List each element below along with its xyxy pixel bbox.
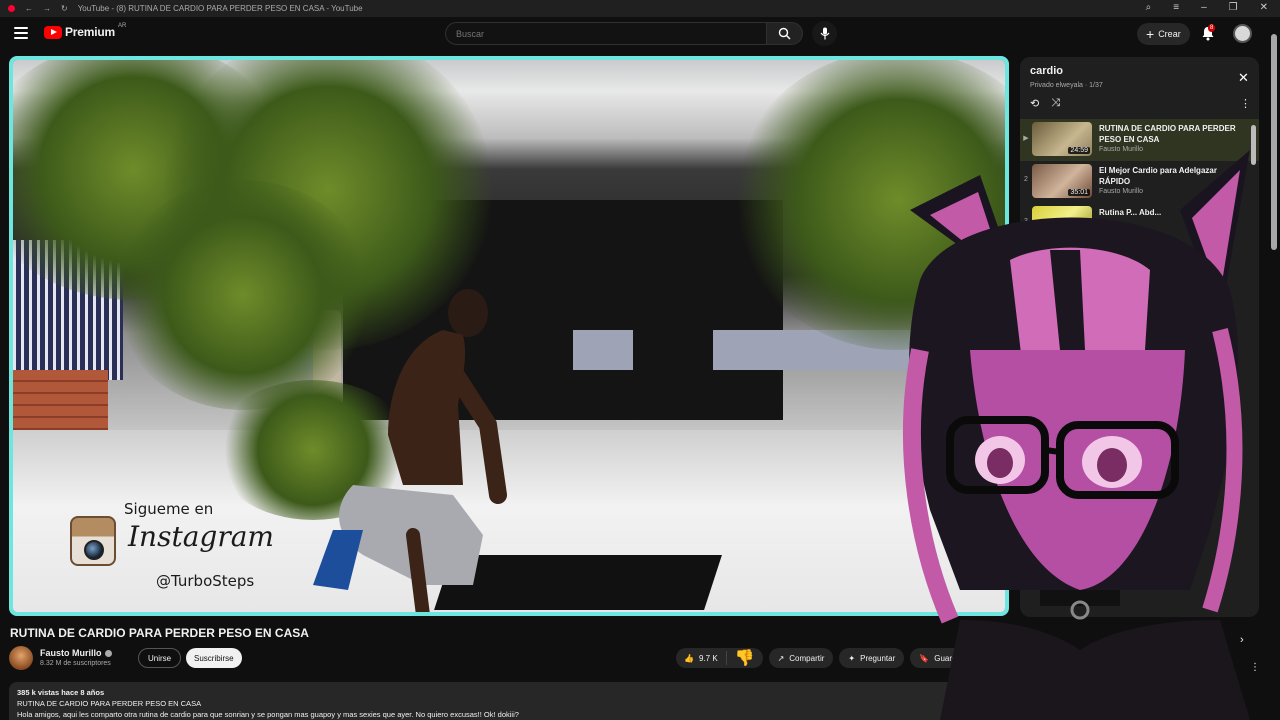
duration-badge: 35:01 bbox=[1068, 189, 1090, 196]
playlist-title[interactable]: cardio bbox=[1030, 65, 1063, 77]
loop-icon[interactable]: ⟲ bbox=[1030, 97, 1039, 110]
chevron-right-icon[interactable]: › bbox=[1240, 634, 1244, 646]
thumbs-up-icon: 👍 bbox=[684, 653, 694, 663]
hamburger-menu-icon[interactable] bbox=[14, 27, 28, 39]
duration-badge: 24:59 bbox=[1068, 147, 1090, 154]
duration-badge: 21:24 bbox=[1068, 231, 1090, 238]
zoom-icon[interactable]: ⌕ bbox=[1146, 2, 1152, 13]
ask-button[interactable]: ✦ Preguntar bbox=[839, 648, 905, 668]
video-frame: Sigueme en Instagram @TurboSteps bbox=[13, 60, 1005, 612]
video-title: RUTINA DE CARDIO PARA PERDER PESO EN CAS… bbox=[10, 626, 309, 640]
forward-icon[interactable]: → bbox=[43, 4, 51, 13]
verified-badge-icon bbox=[104, 649, 112, 657]
youtube-header: Premium AR + Crear 8 bbox=[0, 17, 1280, 52]
save-label: Guardar bbox=[934, 653, 964, 663]
instagram-camera-icon bbox=[70, 516, 116, 566]
search-input[interactable] bbox=[446, 23, 766, 44]
close-playlist-icon[interactable]: ✕ bbox=[1238, 70, 1249, 86]
instagram-overlay: Sigueme en Instagram @TurboSteps bbox=[68, 500, 298, 600]
thumbs-down-icon: 👎 bbox=[734, 650, 755, 667]
playlist-thumbnail: 35:01 bbox=[1032, 164, 1092, 198]
microphone-icon bbox=[820, 27, 829, 40]
share-icon: ↗ bbox=[777, 653, 785, 663]
playlist-item-channel: Fausto Murillo bbox=[1099, 146, 1143, 153]
reload-icon[interactable]: ↻ bbox=[61, 4, 68, 13]
shuffle-icon[interactable]: ⤨ bbox=[1051, 97, 1060, 110]
subscriber-count: 8.32 M de suscriptores bbox=[40, 660, 111, 667]
search-icon bbox=[778, 27, 791, 40]
playlist-item-title: Rutina P... Abd... bbox=[1099, 208, 1162, 217]
voice-search-button[interactable] bbox=[812, 21, 837, 46]
like-dislike-group: 👍 9.7 K 👎 bbox=[676, 648, 763, 668]
playlist-item-title: El Mejor Cardio para Adelgazar RÁPIDO bbox=[1099, 166, 1217, 186]
like-count: 9.7 K bbox=[698, 653, 718, 663]
playlist-panel: cardio ✕ Privado elweyala · 1/37 ⟲ ⤨ ⋮ ▶… bbox=[1020, 57, 1259, 617]
view-count-date: 385 k vistas hace 8 años bbox=[17, 688, 105, 697]
subscribe-button[interactable]: Suscribirse bbox=[186, 648, 242, 668]
bookmark-icon: 🔖 bbox=[919, 653, 930, 663]
playlist-item-channel: Fausto Murillo bbox=[1099, 188, 1143, 195]
logo-text: Premium bbox=[65, 25, 115, 39]
plus-icon: + bbox=[1146, 26, 1155, 42]
description-line1: RUTINA DE CARDIO PARA PERDER PESO EN CAS… bbox=[17, 699, 202, 708]
create-label: Crear bbox=[1158, 29, 1181, 39]
video-actions: 👍 9.7 K 👎 ↗ Compartir ✦ Preguntar 🔖 Guar… bbox=[676, 648, 973, 668]
menu-icon[interactable]: ≡ bbox=[1173, 2, 1179, 13]
page-scrollbar[interactable] bbox=[1271, 34, 1277, 720]
video-player[interactable]: Sigueme en Instagram @TurboSteps bbox=[9, 56, 1009, 616]
logo-country: AR bbox=[117, 23, 127, 29]
playlist-controls: ⟲ ⤨ bbox=[1030, 97, 1060, 110]
join-button[interactable]: Unirse bbox=[138, 648, 182, 668]
sparkle-icon: ✦ bbox=[848, 653, 856, 663]
overlay-line1: Sigueme en bbox=[124, 500, 214, 518]
playlist-scrollbar[interactable] bbox=[1251, 120, 1256, 618]
more-options-icon[interactable]: ⋮ bbox=[1240, 97, 1251, 110]
like-button[interactable]: 👍 9.7 K bbox=[676, 651, 727, 665]
overlay-line3: @TurboSteps bbox=[156, 572, 255, 590]
dislike-button[interactable]: 👎 bbox=[727, 648, 763, 668]
playlist-item[interactable]: 3 21:24 Rutina P... Abd... bbox=[1020, 203, 1259, 245]
share-label: Compartir bbox=[789, 653, 825, 663]
channel-name-row[interactable]: Fausto Murillo bbox=[40, 648, 112, 658]
browser-nav: ← → ↻ bbox=[0, 4, 68, 13]
user-avatar[interactable] bbox=[1233, 24, 1252, 43]
back-icon[interactable]: ← bbox=[25, 4, 33, 13]
scene-bench bbox=[573, 330, 633, 370]
description-line2: Hola amigos, aqui les comparto otra ruti… bbox=[17, 710, 519, 719]
youtube-play-icon bbox=[44, 25, 62, 39]
playlist-thumbnail: 24:59 bbox=[1032, 122, 1092, 156]
playlist-item-index: 2 bbox=[1024, 176, 1028, 183]
more-vertical-icon[interactable]: ⋮ bbox=[1250, 662, 1260, 673]
channel-name[interactable]: Fausto Murillo bbox=[40, 648, 102, 658]
youtube-premium-logo[interactable]: Premium AR bbox=[44, 23, 127, 39]
playlist-item-title: RUTINA DE CARDIO PARA PERDER PESO EN CAS… bbox=[1099, 124, 1236, 144]
playlist-thumbnail: 21:24 bbox=[1032, 206, 1092, 240]
playlist-items: ▶ 24:59 RUTINA DE CARDIO PARA PERDER PES… bbox=[1020, 119, 1259, 245]
create-button[interactable]: + Crear bbox=[1137, 23, 1190, 45]
playlist-item[interactable]: ▶ 24:59 RUTINA DE CARDIO PARA PERDER PES… bbox=[1020, 119, 1259, 161]
playlist-item-index: ▶ bbox=[1023, 135, 1029, 142]
restore-icon[interactable]: ❐ bbox=[1229, 2, 1238, 13]
minimize-icon[interactable]: – bbox=[1201, 2, 1207, 13]
playlist-item[interactable]: 2 35:01 El Mejor Cardio para Adelgazar R… bbox=[1020, 161, 1259, 203]
ask-label: Preguntar bbox=[860, 653, 896, 663]
window-controls: ⌕ ≡ – ❐ ✕ bbox=[1146, 2, 1268, 13]
playlist-item-index: 3 bbox=[1024, 218, 1028, 225]
browser-tab-title: YouTube - (8) RUTINA DE CARDIO PARA PERD… bbox=[77, 4, 363, 13]
playlist-subtitle: Privado elweyala · 1/37 bbox=[1030, 82, 1103, 89]
close-window-icon[interactable]: ✕ bbox=[1260, 2, 1268, 13]
athlete-figure bbox=[313, 289, 507, 612]
save-button[interactable]: 🔖 Guardar bbox=[910, 648, 973, 668]
description-box[interactable]: 385 k vistas hace 8 años RUTINA DE CARDI… bbox=[9, 682, 969, 720]
search-button[interactable] bbox=[767, 22, 803, 45]
browser-record-icon bbox=[8, 5, 15, 12]
channel-avatar[interactable] bbox=[9, 646, 33, 670]
share-button[interactable]: ↗ Compartir bbox=[768, 648, 834, 668]
overlay-line2: Instagram bbox=[128, 520, 274, 553]
search-box bbox=[445, 22, 767, 45]
browser-titlebar: ← → ↻ YouTube - (8) RUTINA DE CARDIO PAR… bbox=[0, 0, 1280, 17]
